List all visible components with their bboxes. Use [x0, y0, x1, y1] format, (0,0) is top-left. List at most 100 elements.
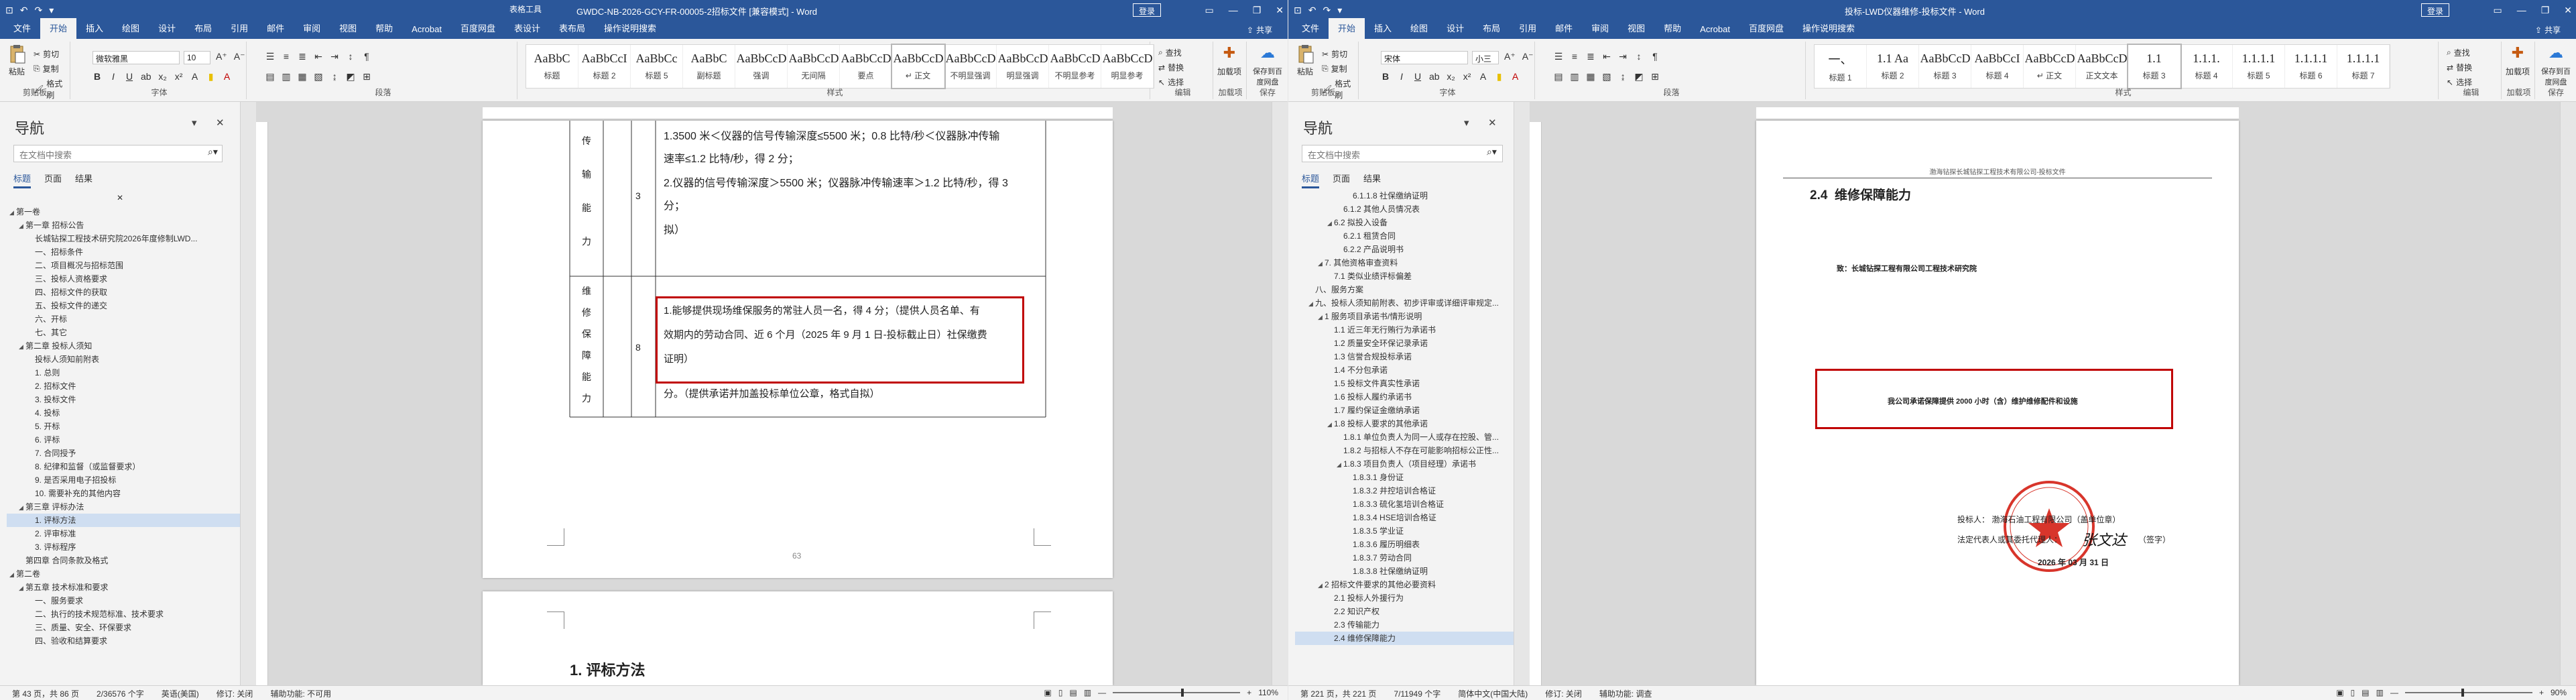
nav-heading-item[interactable]: 1.2 质量安全环保记录承诺	[1295, 337, 1522, 350]
nav-scrollbar[interactable]	[240, 102, 256, 685]
style-item[interactable]: 1.1 Aa 标题 2	[1867, 45, 1919, 88]
close-icon[interactable]: ✕	[2564, 5, 2572, 16]
text-effects-icon[interactable]: A	[1479, 71, 1488, 82]
style-item[interactable]: AaBbCcI 标题 4	[1971, 45, 2024, 88]
nav-heading-item[interactable]: 6.1.1.8 社保缴纳证明	[1295, 189, 1522, 202]
web-layout-icon[interactable]: ▥	[2376, 688, 2384, 697]
numbering-icon[interactable]: ≡	[1570, 51, 1579, 62]
nav-search-input[interactable]: 在文档中搜索	[13, 145, 223, 162]
ribbon-tab[interactable]: 开始	[1329, 18, 1365, 39]
style-item[interactable]: 一、 标题 1	[1815, 45, 1867, 88]
ribbon-tab[interactable]: 文件	[1292, 18, 1329, 39]
style-item[interactable]: AaBbCcD 标题 3	[1919, 45, 1971, 88]
align-right-icon[interactable]: ▦	[298, 71, 307, 82]
shading-icon[interactable]: ◩	[346, 71, 355, 82]
paste-button[interactable]: 粘贴	[5, 44, 28, 77]
multilevel-list-icon[interactable]: ≣	[1586, 51, 1595, 62]
print-layout-icon[interactable]: ▤	[1069, 688, 1077, 697]
nav-heading-item[interactable]: 3. 投标文件	[7, 393, 249, 406]
show-marks-icon[interactable]: ¶	[1650, 51, 1660, 62]
nav-heading-item[interactable]: 1. 总则	[7, 366, 249, 380]
ribbon-tab[interactable]: 审阅	[294, 18, 330, 39]
expand-arrow-icon[interactable]: ◢	[19, 340, 25, 353]
style-item[interactable]: 1.1.1. 标题 4	[2181, 45, 2233, 88]
quick-access-dropdown-icon[interactable]: ▾	[49, 5, 54, 16]
style-item[interactable]: AaBbCcDd 明显强调	[997, 45, 1049, 88]
zoom-thumb[interactable]	[2461, 689, 2464, 697]
page-count[interactable]: 第 221 页，共 221 页	[1300, 688, 1376, 699]
accessibility[interactable]: 辅助功能: 不可用	[270, 688, 331, 699]
save-baidu-button[interactable]: ☁ 保存到百度网盘	[2538, 44, 2574, 87]
style-item[interactable]: 1.1.1.1 标题 7	[2337, 45, 2390, 88]
restore-icon[interactable]: ❐	[2541, 5, 2550, 16]
vertical-ruler[interactable]	[1530, 122, 1542, 685]
subscript-icon[interactable]: x₂	[1447, 71, 1456, 82]
nav-heading-item[interactable]: 6.2.2 产品说明书	[1295, 243, 1522, 256]
decrease-indent-icon[interactable]: ⇤	[314, 51, 323, 62]
ribbon-tab[interactable]: 布局	[185, 18, 221, 39]
close-icon[interactable]: ✕	[1276, 5, 1284, 16]
nav-heading-item[interactable]: 四、招标文件的获取	[7, 286, 249, 299]
nav-heading-item[interactable]: 四、验收和结算要求	[7, 634, 249, 648]
nav-heading-item[interactable]: 9. 是否采用电子招投标	[7, 473, 249, 487]
focus-icon[interactable]: ▣	[1044, 688, 1052, 697]
ribbon-tab[interactable]: 邮件	[257, 18, 294, 39]
search-icon[interactable]: ⌕▾	[1487, 146, 1497, 158]
highlight-icon[interactable]: ▮	[206, 71, 216, 82]
style-item[interactable]: 1.1 标题 3	[2127, 44, 2182, 89]
nav-heading-item[interactable]: ◢ 1 服务项目承诺书/情形说明	[1295, 310, 1522, 323]
bullets-icon[interactable]: ☰	[1554, 51, 1563, 62]
nav-heading-item[interactable]: 1.3 信誉合规投标承诺	[1295, 350, 1522, 363]
highlight-icon[interactable]: ▮	[1495, 71, 1504, 82]
shrink-font-icon[interactable]: A⁻	[1522, 51, 1534, 62]
multilevel-list-icon[interactable]: ≣	[298, 51, 307, 62]
font-color-icon[interactable]: A	[1511, 71, 1520, 82]
login-button[interactable]: 登录	[1133, 3, 1162, 17]
nav-tab[interactable]: 标题	[13, 172, 32, 188]
nav-heading-item[interactable]: 1.8.1 单位负责人为同一人或存在控股、管...	[1295, 430, 1522, 444]
font-name-select[interactable]: 微软雅黑	[93, 51, 180, 64]
grow-font-icon[interactable]: A⁺	[216, 51, 227, 62]
align-left-icon[interactable]: ▤	[265, 71, 275, 82]
style-item[interactable]: AaBbCcDd 正文文本	[2076, 45, 2128, 88]
nav-clear-icon[interactable]: ✕	[117, 193, 123, 202]
share-button[interactable]: ⇪ 共享	[1247, 24, 1272, 36]
find-button[interactable]: ⌕ 查找	[1158, 47, 1182, 58]
login-button[interactable]: 登录	[2421, 3, 2450, 17]
nav-heading-item[interactable]: 4. 投标	[7, 406, 249, 420]
autosave-icon[interactable]: ⊡	[1294, 5, 1302, 16]
line-spacing-icon[interactable]: ↨	[330, 71, 339, 82]
expand-arrow-icon[interactable]: ◢	[1337, 458, 1343, 471]
language[interactable]: 简体中文(中国大陆)	[1458, 688, 1528, 699]
sort-icon[interactable]: ↕	[346, 51, 355, 62]
ribbon-tab[interactable]: 表设计	[505, 18, 550, 39]
expand-arrow-icon[interactable]: ◢	[1327, 418, 1334, 430]
redo-icon[interactable]: ↷	[34, 5, 42, 16]
addins-button[interactable]: ✚ 加载项	[1217, 44, 1241, 77]
justify-icon[interactable]: ▧	[314, 71, 323, 82]
nav-heading-item[interactable]: ◢ 第一卷	[7, 205, 249, 219]
expand-arrow-icon[interactable]: ◢	[1318, 257, 1325, 270]
nav-heading-item[interactable]: 1.8.2 与招标人不存在可能影响招标公正性...	[1295, 444, 1522, 457]
nav-heading-item[interactable]: 1. 评标方法	[7, 514, 249, 527]
nav-close-icon[interactable]: ✕	[216, 117, 225, 129]
style-item[interactable]: AaBbCcDd 明显参考	[1101, 45, 1154, 88]
nav-heading-item[interactable]: 六、开标	[7, 312, 249, 326]
nav-heading-item[interactable]: 1.8.3.5 学业证	[1295, 524, 1522, 538]
nav-heading-item[interactable]: 1.8.3.4 HSE培训合格证	[1295, 511, 1522, 524]
style-item[interactable]: AaBbCcDd 无间隔	[788, 45, 840, 88]
align-center-icon[interactable]: ▥	[282, 71, 291, 82]
nav-heading-item[interactable]: 5. 开标	[7, 420, 249, 433]
nav-heading-item[interactable]: 1.8.3.8 社保缴纳证明	[1295, 565, 1522, 578]
font-name-select[interactable]: 宋体	[1381, 51, 1468, 64]
style-item[interactable]: AaBbCcDd ↵ 正文	[891, 44, 946, 89]
expand-arrow-icon[interactable]: ◢	[1318, 579, 1325, 591]
nav-heading-item[interactable]: 8. 纪律和监督（或监督要求）	[7, 460, 249, 473]
ribbon-display-icon[interactable]: ▭	[2493, 5, 2502, 16]
ribbon-tab[interactable]: 文件	[4, 18, 40, 39]
nav-heading-item[interactable]: 2.2 知识产权	[1295, 605, 1522, 618]
quick-access-dropdown-icon[interactable]: ▾	[1337, 5, 1342, 16]
font-size-select[interactable]: 小三	[1472, 51, 1499, 64]
read-mode-icon[interactable]: ▯	[2351, 688, 2355, 697]
restore-icon[interactable]: ❐	[1253, 5, 1262, 16]
